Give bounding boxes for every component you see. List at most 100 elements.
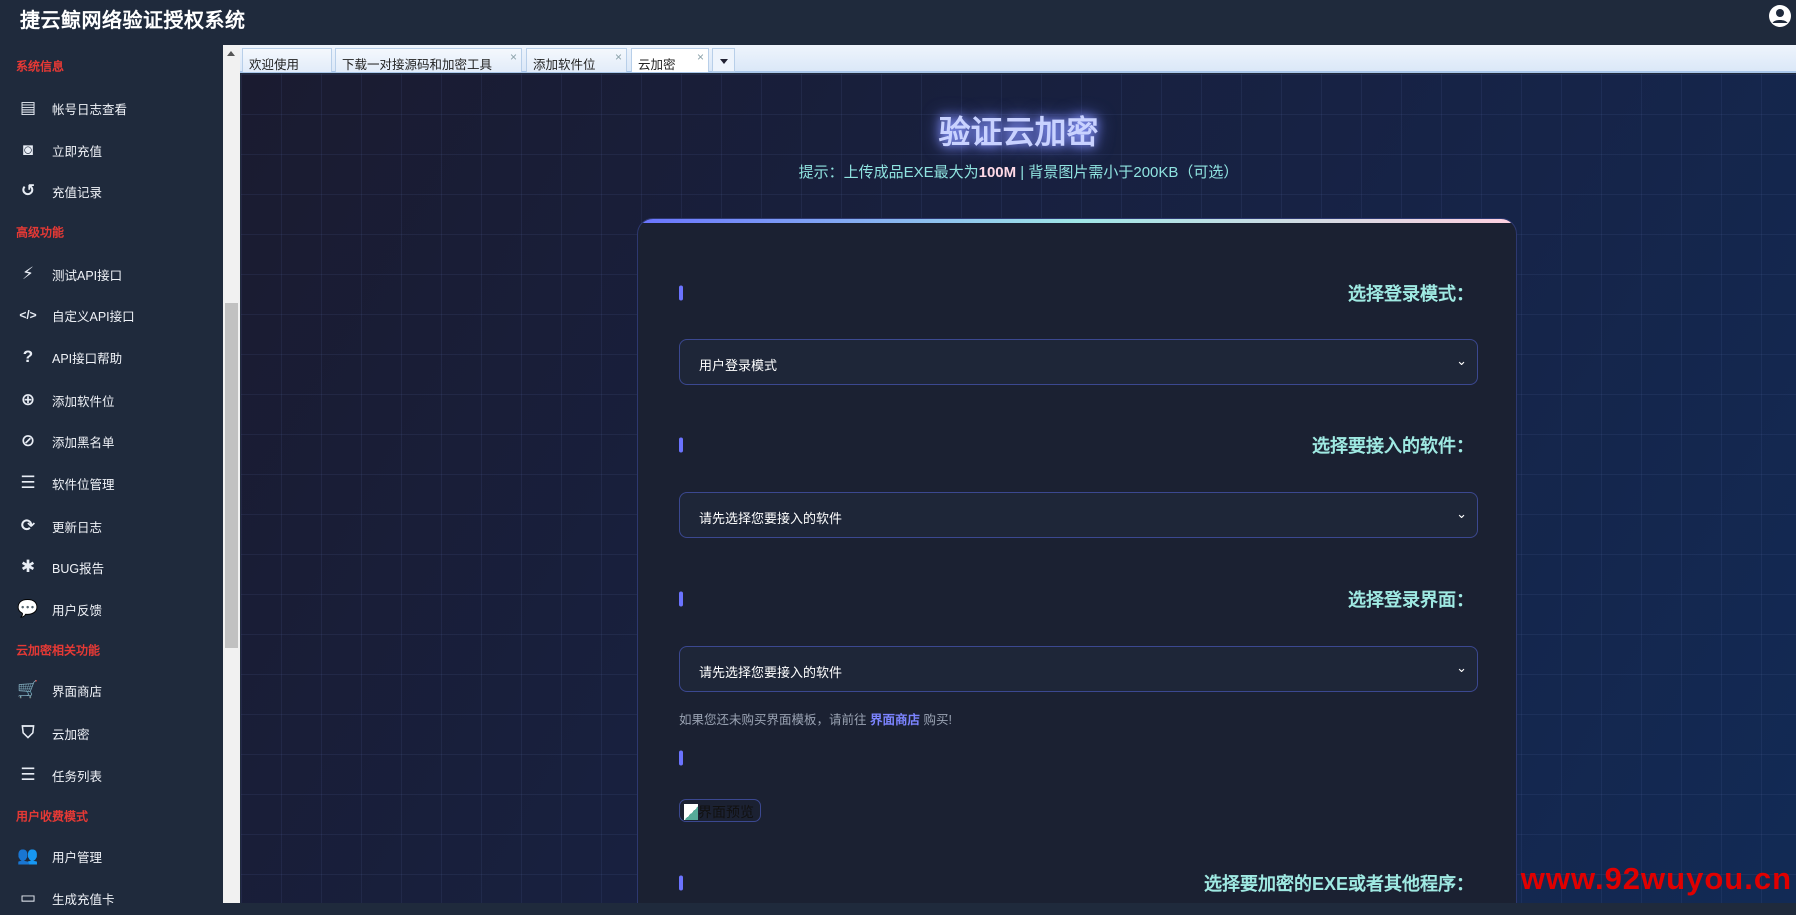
section-marker bbox=[679, 438, 683, 453]
preview-alt-text: 界面预览 bbox=[698, 804, 754, 820]
bug-icon: ✱ bbox=[16, 557, 40, 577]
sidebar-item[interactable]: ▭生成充值卡 bbox=[0, 881, 223, 915]
chevron-down-icon: ⌄ bbox=[1456, 506, 1467, 522]
sidebar-section-header: 系统信息 bbox=[16, 58, 64, 75]
sidebar-item-label: 充值记录 bbox=[52, 182, 102, 201]
sidebar-item[interactable]: ⚡ 测试API接口 bbox=[0, 257, 223, 291]
sidebar-section-header: 高级功能 bbox=[16, 224, 64, 241]
sidebar-item[interactable]: ↺ 充值记录 bbox=[0, 174, 223, 208]
server-icon: ☰ bbox=[16, 765, 40, 785]
history-icon: ↺ bbox=[16, 181, 40, 201]
sidebar-item[interactable]: ✱BUG报告 bbox=[0, 550, 223, 584]
sidebar-item[interactable]: ▤帐号日志查看 bbox=[0, 91, 223, 125]
app-title: 捷云鲸网络验证授权系统 bbox=[20, 4, 246, 33]
exe-label: 选择要加密的EXE或者其他程序： bbox=[1204, 870, 1474, 896]
tab-cloud-encrypt[interactable]: 云加密 × bbox=[631, 48, 709, 72]
card-icon: ▭ bbox=[16, 888, 40, 908]
sidebar-item[interactable]: ☰软件位管理 bbox=[0, 466, 223, 500]
hint-text: 提示：上传成品EXE最大为 bbox=[799, 164, 979, 181]
broken-image-icon bbox=[684, 804, 698, 820]
users-icon: 👥 bbox=[16, 846, 40, 866]
encrypt-form-card: 选择登录模式： 用户登录模式 ⌄ 选择要接入的软件： 请先选择您要接入的软件 ⌄ 选… bbox=[637, 218, 1517, 903]
select-value: 用户登录模式 bbox=[699, 358, 777, 373]
sidebar-item[interactable]: ⟳ 更新日志 bbox=[0, 509, 223, 543]
scrollbar-thumb[interactable] bbox=[225, 303, 238, 648]
sidebar-item-label: 云加密 bbox=[52, 724, 90, 743]
sidebar-item[interactable]: ? API接口帮助 bbox=[0, 340, 223, 374]
sidebar: 系统信息 ▤帐号日志查看 ◙ 立即充值 ↺ 充值记录高级功能 ⚡ 测试API接口 </> 自定义A… bbox=[0, 45, 223, 903]
login-ui-label: 选择登录界面： bbox=[1348, 586, 1474, 612]
sidebar-item[interactable]: ◙ 立即充值 bbox=[0, 133, 223, 167]
plug-icon: ⚡ bbox=[16, 264, 40, 284]
tab-label: 添加软件位 bbox=[533, 58, 596, 72]
shield-icon: ⛉ bbox=[16, 723, 40, 743]
tab-add-software[interactable]: 添加软件位 × bbox=[526, 48, 627, 72]
page-title: 验证云加密 bbox=[241, 107, 1796, 153]
cloud-encrypt-page: 验证云加密 提示：上传成品EXE最大为100M | 背景图片需小于200KB（可… bbox=[241, 74, 1796, 903]
hint-size: 100M bbox=[979, 164, 1017, 181]
sidebar-item-label: 更新日志 bbox=[52, 517, 102, 536]
scroll-up-icon[interactable] bbox=[227, 51, 235, 56]
tab-welcome[interactable]: 欢迎使用 bbox=[242, 48, 332, 72]
tab-label: 欢迎使用 bbox=[249, 58, 299, 72]
sidebar-item[interactable]: </> 自定义API接口 bbox=[0, 298, 223, 332]
tab-download[interactable]: 下载一对接源码和加密工具 × bbox=[335, 48, 522, 72]
tab-bar: 欢迎使用 下载一对接源码和加密工具 × 添加软件位 × 云加密 × bbox=[240, 45, 1796, 73]
file-icon: ▤ bbox=[16, 98, 40, 118]
tab-label: 下载一对接源码和加密工具 bbox=[342, 58, 492, 72]
hint-text-2: | 背景图片需小于200KB（可选） bbox=[1016, 164, 1238, 181]
sidebar-item-label: 界面商店 bbox=[52, 681, 102, 700]
login-mode-label: 选择登录模式： bbox=[1348, 280, 1474, 306]
close-icon[interactable]: × bbox=[510, 50, 517, 64]
note-text-2: 购买! bbox=[920, 713, 952, 727]
plus-circle-icon: ⊕ bbox=[16, 390, 40, 410]
select-value: 请先选择您要接入的软件 bbox=[699, 511, 842, 526]
tab-label: 云加密 bbox=[638, 58, 676, 72]
close-icon[interactable]: × bbox=[615, 50, 622, 64]
sidebar-item-label: 软件位管理 bbox=[52, 474, 115, 493]
note-text: 如果您还未购买界面模板，请前往 bbox=[679, 713, 870, 727]
login-ui-select[interactable]: 请先选择您要接入的软件 ⌄ bbox=[679, 646, 1478, 692]
sidebar-item-label: 自定义API接口 bbox=[52, 306, 135, 325]
ui-preview-image: 界面预览 bbox=[679, 799, 761, 822]
login-mode-select[interactable]: 用户登录模式 ⌄ bbox=[679, 339, 1478, 385]
sidebar-scrollbar[interactable] bbox=[223, 45, 240, 903]
sidebar-item[interactable]: 🛒 界面商店 bbox=[0, 673, 223, 707]
chevron-down-icon: ⌄ bbox=[1456, 353, 1467, 369]
sidebar-item[interactable]: ⛉ 云加密 bbox=[0, 716, 223, 750]
ui-store-link[interactable]: 界面商店 bbox=[870, 713, 920, 727]
software-select[interactable]: 请先选择您要接入的软件 ⌄ bbox=[679, 492, 1478, 538]
sidebar-item-label: 任务列表 bbox=[52, 766, 102, 785]
section-marker bbox=[679, 592, 683, 607]
user-account-icon[interactable] bbox=[1768, 4, 1792, 28]
sidebar-item[interactable]: ☰ 任务列表 bbox=[0, 758, 223, 792]
money-icon: ◙ bbox=[16, 140, 40, 160]
cart-icon: 🛒 bbox=[16, 680, 40, 700]
sidebar-item[interactable]: 💬用户反馈 bbox=[0, 592, 223, 626]
tab-list-dropdown[interactable] bbox=[712, 48, 735, 72]
watermark: www.92wuyou.cn bbox=[1521, 861, 1792, 897]
sidebar-item[interactable]: ⊘添加黑名单 bbox=[0, 424, 223, 458]
sidebar-item-label: API接口帮助 bbox=[52, 348, 122, 367]
sidebar-item-label: 添加软件位 bbox=[52, 391, 115, 410]
section-marker bbox=[679, 286, 683, 301]
sidebar-item[interactable]: 👥 用户管理 bbox=[0, 839, 223, 873]
sidebar-item-label: 测试API接口 bbox=[52, 265, 122, 284]
section-marker bbox=[679, 751, 683, 766]
question-icon: ? bbox=[16, 347, 40, 367]
sidebar-item-label: 用户反馈 bbox=[52, 600, 102, 619]
close-icon[interactable]: × bbox=[697, 50, 704, 64]
card-accent-bar bbox=[638, 219, 1516, 223]
select-value: 请先选择您要接入的软件 bbox=[699, 665, 842, 680]
sidebar-item-label: 添加黑名单 bbox=[52, 432, 115, 451]
sidebar-item[interactable]: ⊕ 添加软件位 bbox=[0, 383, 223, 417]
chevron-down-icon: ⌄ bbox=[1456, 660, 1467, 676]
sidebar-item-label: 立即充值 bbox=[52, 141, 102, 160]
section-marker bbox=[679, 876, 683, 891]
sidebar-item-label: 用户管理 bbox=[52, 847, 102, 866]
software-label: 选择要接入的软件： bbox=[1312, 432, 1474, 458]
top-bar: 捷云鲸网络验证授权系统 bbox=[0, 0, 1796, 45]
upload-hint: 提示：上传成品EXE最大为100M | 背景图片需小于200KB（可选） bbox=[241, 161, 1796, 182]
refresh-icon: ⟳ bbox=[16, 516, 40, 536]
code-icon: </> bbox=[16, 308, 40, 322]
